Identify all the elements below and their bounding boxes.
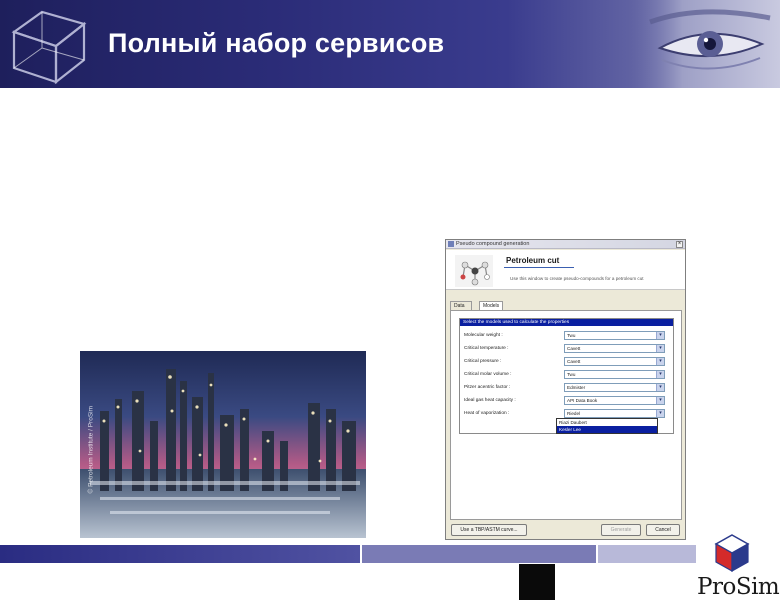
photo-credit-text: © Petroleum Institute / ProSim <box>87 405 95 494</box>
dialog-title: Pseudo compound generation <box>456 241 530 247</box>
select-value: Edmister <box>567 385 586 390</box>
chevron-down-icon[interactable]: ▾ <box>656 384 664 391</box>
slide: Полный набор сервисов © Petroleum Instit… <box>0 0 780 600</box>
footer-bar-segment <box>362 545 596 563</box>
close-icon[interactable]: × <box>676 241 683 248</box>
slide-title: Полный набор сервисов <box>108 28 445 58</box>
chevron-down-icon[interactable]: ▾ <box>656 345 664 352</box>
group-header: Select the models used to calculate the … <box>460 319 673 326</box>
row-label: Critical pressure : <box>464 359 502 364</box>
refinery-image <box>80 351 366 538</box>
prosim-logo: ProSim <box>694 534 780 600</box>
row-label: Heat of vaporization : <box>464 411 510 416</box>
eye-photo-graphic <box>630 0 780 88</box>
chevron-down-icon[interactable]: ▾ <box>656 410 664 417</box>
slide-number-box <box>519 564 555 600</box>
tbp-astm-curve-button[interactable]: Use a TBP/ASTM curve... <box>451 524 527 536</box>
select-value: Twu <box>567 372 576 377</box>
dialog-description: Use this window to create pseudo-compoun… <box>510 276 644 281</box>
prosim-cube-icon <box>714 534 750 572</box>
photo-credit: © Petroleum Institute / ProSim <box>81 380 95 500</box>
cancel-button[interactable]: Cancel <box>646 524 680 536</box>
row-critical-pressure: Critical pressure : Cavett ▾ <box>464 357 669 367</box>
row-label: Ideal gas heat capacity : <box>464 398 516 403</box>
acentric-factor-select[interactable]: Edmister ▾ <box>564 383 665 392</box>
pseudo-compound-dialog: Pseudo compound generation × Petroleum c… <box>445 239 686 540</box>
chevron-down-icon[interactable]: ▾ <box>656 332 664 339</box>
row-label: Pitzer acentric factor : <box>464 385 511 390</box>
chevron-down-icon[interactable]: ▾ <box>656 358 664 365</box>
molecular-weight-select[interactable]: Twu ▾ <box>564 331 665 340</box>
dialog-header: Petroleum cut Use this window to create … <box>446 250 685 290</box>
footer-bar-segment <box>598 545 696 563</box>
heat-of-vaporization-select[interactable]: Riedel ▾ <box>564 409 665 418</box>
header-banner: Полный набор сервисов <box>0 0 780 88</box>
dropdown-option[interactable]: Riazi Daubert <box>557 419 657 426</box>
generate-button[interactable]: Generate <box>601 524 641 536</box>
row-label: Molecular weight : <box>464 333 503 338</box>
select-value: Cavett <box>567 346 581 351</box>
window-icon <box>448 241 454 247</box>
refinery-photo: © Petroleum Institute / ProSim <box>80 351 366 538</box>
row-label: Critical temperature : <box>464 346 509 351</box>
tab-data[interactable]: Data <box>450 301 472 310</box>
dropdown-option-selected[interactable]: Kesler Lee <box>557 426 657 433</box>
row-critical-molar-volume: Critical molar volume : Twu ▾ <box>464 370 669 380</box>
footer-bar-segment <box>0 545 360 563</box>
select-value: API Data Book <box>567 398 598 403</box>
row-label: Critical molar volume : <box>464 372 512 377</box>
select-value: Twu <box>567 333 576 338</box>
footer-bar <box>0 545 696 563</box>
wireframe-cube-graphic <box>11 10 87 85</box>
prosim-wordmark: ProSim <box>697 574 780 600</box>
select-value: Riedel <box>567 411 581 416</box>
select-value: Cavett <box>567 359 581 364</box>
critical-molar-volume-select[interactable]: Twu ▾ <box>564 370 665 379</box>
row-molecular-weight: Molecular weight : Twu ▾ <box>464 331 669 341</box>
heading-underline <box>504 267 574 268</box>
chevron-down-icon[interactable]: ▾ <box>656 371 664 378</box>
row-ideal-gas-heat-capacity: Ideal gas heat capacity : API Data Book ▾ <box>464 396 669 406</box>
tab-models[interactable]: Models <box>479 301 503 310</box>
models-panel: Select the models used to calculate the … <box>450 310 682 520</box>
molecule-icon <box>455 255 493 287</box>
ideal-gas-heat-capacity-select[interactable]: API Data Book ▾ <box>564 396 665 405</box>
vaporization-dropdown-list[interactable]: Riazi Daubert Kesler Lee <box>556 418 658 434</box>
critical-pressure-select[interactable]: Cavett ▾ <box>564 357 665 366</box>
row-acentric-factor: Pitzer acentric factor : Edmister ▾ <box>464 383 669 393</box>
models-group: Select the models used to calculate the … <box>459 318 674 434</box>
dialog-titlebar[interactable]: Pseudo compound generation × <box>446 240 685 249</box>
row-critical-temperature: Critical temperature : Cavett ▾ <box>464 344 669 354</box>
dialog-heading: Petroleum cut <box>506 256 560 265</box>
chevron-down-icon[interactable]: ▾ <box>656 397 664 404</box>
critical-temperature-select[interactable]: Cavett ▾ <box>564 344 665 353</box>
